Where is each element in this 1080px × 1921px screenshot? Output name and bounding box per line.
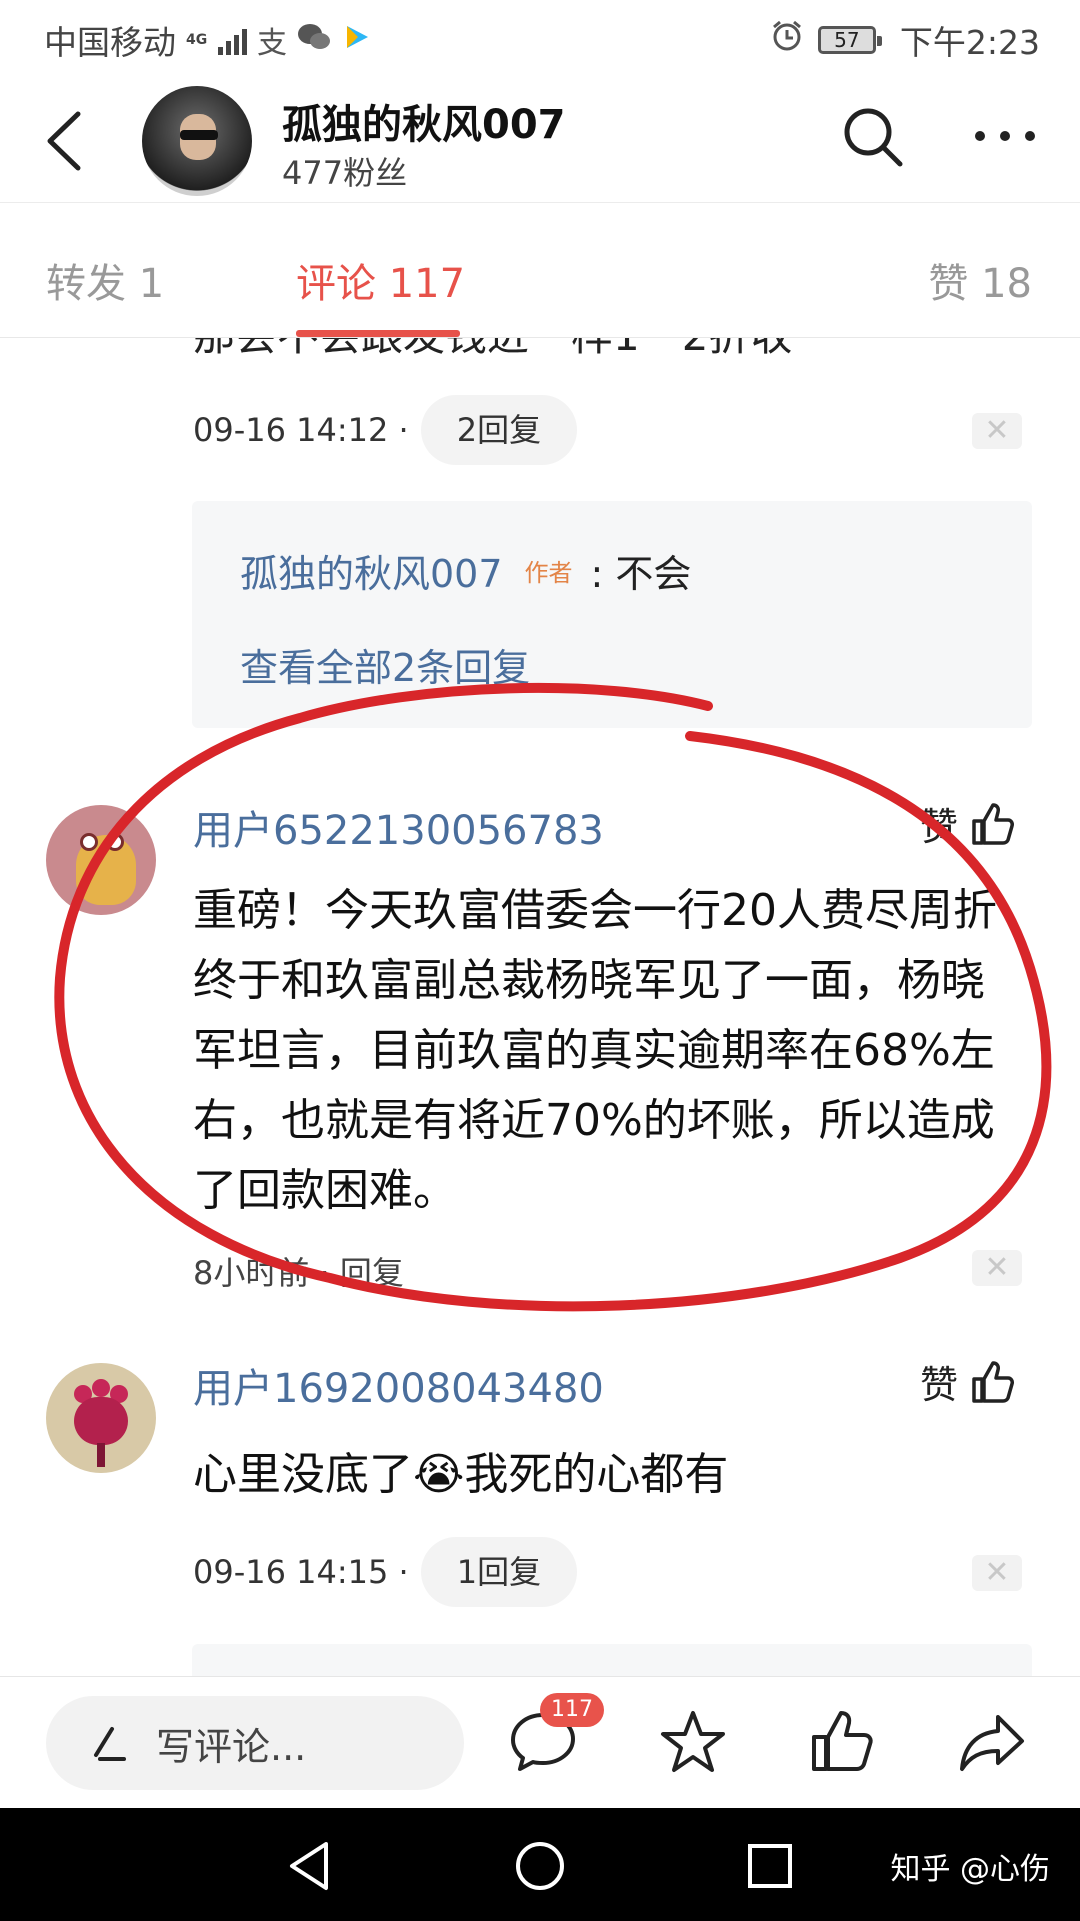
- system-navigation-bar: 知乎 @心伤: [0, 1808, 1080, 1921]
- nav-back-icon[interactable]: [282, 1838, 338, 1894]
- comment-time: 09-16 14:12 ·: [193, 411, 409, 449]
- comment-count-badge: 117: [540, 1693, 604, 1727]
- partial-comment-text: 那会不会跟发钱进一样1一2折收: [193, 338, 792, 363]
- tab-comments[interactable]: 评论 117: [296, 251, 465, 309]
- search-button[interactable]: [840, 104, 906, 170]
- active-tab-indicator: [296, 330, 460, 337]
- comment-body: 重磅！今天玖富借委会一行20人费尽周折终于和玖富副总裁杨晓军见了一面，杨晓军坦言…: [193, 885, 997, 1216]
- bottom-action-bar: 写评论... 117: [0, 1676, 1080, 1808]
- back-icon: [47, 111, 81, 171]
- crying-emoji-icon: 😭: [413, 1449, 465, 1500]
- write-comment-placeholder: 写评论...: [156, 1724, 307, 1769]
- share-icon[interactable]: [956, 1705, 1030, 1779]
- thumbs-up-icon: [972, 802, 1015, 845]
- comment-username[interactable]: 用户1692008043480: [193, 1356, 604, 1414]
- reply-preview-box[interactable]: [192, 1644, 1032, 1676]
- close-icon[interactable]: ✕: [972, 1555, 1022, 1591]
- avatar-stem: [97, 1443, 105, 1467]
- avatar-dot: [92, 1379, 110, 1397]
- write-comment-input[interactable]: 写评论...: [46, 1696, 464, 1790]
- pen-icon: [94, 1727, 126, 1761]
- nav-home-icon[interactable]: [512, 1838, 568, 1894]
- status-right: 57 下午2:23: [770, 16, 1040, 64]
- status-left: 中国移动 4G 支: [44, 16, 371, 64]
- comment-list[interactable]: 那会不会跟发钱进一样1一2折收 09-16 14:12 · 2回复 ✕ 孤独的秋…: [0, 338, 1080, 1676]
- battery-icon: 57: [817, 26, 882, 54]
- like-label: 赞: [920, 805, 959, 849]
- reply-text: : 不会: [590, 552, 692, 596]
- reply-count-button[interactable]: 2回复: [420, 395, 578, 465]
- reply-author[interactable]: 孤独的秋风007: [240, 543, 503, 598]
- thumbs-up-icon: [972, 1360, 1015, 1403]
- close-icon[interactable]: ✕: [972, 1250, 1022, 1286]
- reply-count-button[interactable]: 1回复: [420, 1537, 578, 1607]
- network-type: 4G: [186, 32, 208, 48]
- tab-likes[interactable]: 赞 18: [928, 251, 1032, 309]
- signal-icon: [218, 25, 247, 55]
- star-icon[interactable]: [656, 1705, 730, 1779]
- comment-text: 心里没底了: [193, 1449, 413, 1500]
- more-icon: [975, 131, 1035, 141]
- profile-name[interactable]: 孤独的秋风007: [282, 92, 566, 150]
- thumbs-up-icon[interactable]: [806, 1705, 880, 1779]
- alipay-icon: 支: [257, 26, 287, 61]
- carrier-label: 中国移动: [44, 23, 176, 62]
- tab-bar: 转发 1 评论 117 赞 18: [0, 203, 1080, 338]
- reply-preview-box[interactable]: 孤独的秋风007 作者 : 不会 查看全部2条回复: [192, 501, 1032, 728]
- avatar-blob: [74, 1397, 128, 1445]
- profile-header: 孤独的秋风007 477粉丝: [0, 78, 1080, 203]
- avatar-glasses: [180, 130, 218, 140]
- avatar-eye: [106, 833, 124, 851]
- see-all-replies-link[interactable]: 查看全部2条回复: [240, 637, 530, 692]
- alarm-icon: [770, 19, 804, 61]
- back-button[interactable]: [40, 106, 90, 176]
- comment-meta: 09-16 14:15 · 1回复: [193, 1537, 578, 1607]
- comment-text: 我死的心都有: [464, 1449, 729, 1500]
- more-button[interactable]: [970, 108, 1040, 164]
- reply-preview-line: 孤独的秋风007 作者 : 不会: [240, 543, 691, 598]
- video-app-icon: [341, 21, 371, 60]
- like-label: 赞: [920, 1363, 959, 1407]
- avatar[interactable]: [46, 805, 156, 915]
- avatar-eye: [80, 833, 98, 851]
- tab-repost[interactable]: 转发 1: [46, 251, 164, 309]
- partial-comment-meta: 09-16 14:12 · 2回复: [193, 395, 578, 465]
- comment-body: 心里没底了😭我死的心都有: [193, 1440, 1023, 1510]
- like-button[interactable]: 赞: [920, 796, 1018, 851]
- like-button[interactable]: 赞: [920, 1354, 1018, 1409]
- status-bar: 中国移动 4G 支 57 下午2:23: [0, 0, 1080, 78]
- comment-time: 09-16 14:15 ·: [193, 1553, 409, 1591]
- author-badge: 作者: [524, 559, 573, 587]
- comment-meta[interactable]: 8小时前 · 回复: [193, 1248, 404, 1294]
- avatar[interactable]: [46, 1363, 156, 1473]
- close-icon[interactable]: ✕: [972, 413, 1022, 449]
- profile-avatar[interactable]: [142, 86, 252, 196]
- search-icon: [844, 108, 903, 167]
- nav-recents-icon[interactable]: [742, 1838, 798, 1894]
- watermark: 知乎 @心伤: [890, 1852, 1050, 1887]
- comment-username[interactable]: 用户6522130056783: [193, 798, 604, 856]
- wechat-icon: [297, 21, 331, 60]
- clock-time: 下午2:23: [899, 23, 1040, 62]
- follower-count: 477粉丝: [282, 154, 408, 192]
